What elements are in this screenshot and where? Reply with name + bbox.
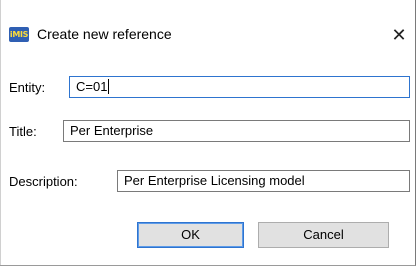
dialog-titlebar: iMIS Create new reference ✕	[0, 0, 416, 66]
entity-value: C=01	[76, 79, 108, 94]
entity-input[interactable]: C=01	[69, 76, 410, 98]
title-label: Title:	[9, 124, 37, 139]
description-input[interactable]: Per Enterprise Licensing model	[117, 170, 410, 192]
create-reference-dialog: iMIS Create new reference ✕ Entity: C=01…	[0, 0, 416, 266]
cancel-button[interactable]: Cancel	[258, 222, 389, 248]
title-input[interactable]: Per Enterprise	[63, 120, 410, 142]
imis-app-icon: iMIS	[9, 27, 29, 42]
entity-label: Entity:	[9, 80, 46, 95]
description-label: Description:	[9, 174, 78, 189]
ok-button[interactable]: OK	[137, 222, 244, 248]
dialog-title: Create new reference	[37, 26, 172, 42]
text-caret	[108, 79, 110, 94]
close-icon[interactable]: ✕	[388, 24, 410, 46]
